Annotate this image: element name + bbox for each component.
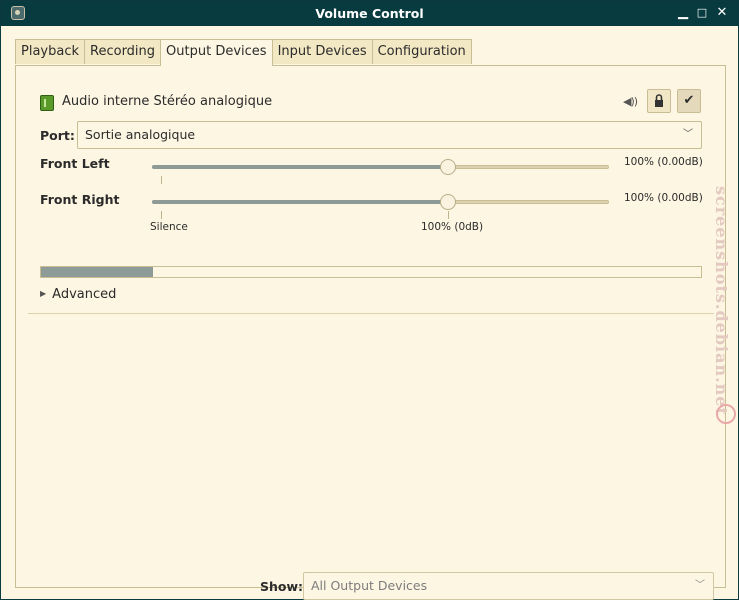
peak-level-fill	[41, 267, 154, 277]
slider-fill	[152, 200, 448, 204]
lock-icon	[655, 94, 663, 107]
silence-tick	[161, 176, 162, 184]
front-left-slider[interactable]	[152, 157, 609, 177]
unity-mark-label: 100% (0dB)	[421, 221, 484, 233]
show-label: Show:	[260, 579, 304, 594]
watermark-text: screenshots.debian.net	[712, 186, 731, 416]
advanced-expander[interactable]: ▶ Advanced	[40, 287, 116, 302]
tab-notebook: Playback Recording Output Devices Input …	[15, 39, 726, 600]
front-left-value: 100% (0.00dB)	[624, 156, 703, 168]
peak-level-meter	[40, 266, 702, 278]
maximize-button[interactable]: □	[693, 4, 711, 22]
device-separator	[28, 313, 714, 314]
sound-card-icon	[40, 95, 54, 111]
port-dropdown-value: Sortie analogique	[85, 127, 196, 142]
title-bar[interactable]: Volume Control ▁ □ ✕	[1, 1, 738, 26]
silence-mark-label: Silence	[150, 221, 188, 233]
window-title: Volume Control	[315, 6, 424, 21]
tab-bar: Playback Recording Output Devices Input …	[15, 39, 472, 66]
output-devices-page: Audio interne Stéréo analogique ◀)) ✔ Po…	[15, 65, 726, 600]
expander-arrow-icon: ▶	[40, 289, 47, 298]
tab-output-devices[interactable]: Output Devices	[160, 39, 273, 66]
chevron-down-icon: ﹀	[683, 129, 693, 140]
advanced-label: Advanced	[52, 287, 117, 302]
tab-configuration[interactable]: Configuration	[371, 39, 472, 64]
slider-handle[interactable]	[440, 159, 456, 175]
channel-label-front-right: Front Right	[40, 192, 120, 207]
show-filter-value: All Output Devices	[311, 578, 428, 593]
tab-input-devices[interactable]: Input Devices	[271, 39, 373, 64]
front-right-slider[interactable]	[152, 192, 609, 212]
debian-swirl-icon	[716, 404, 736, 424]
close-button[interactable]: ✕	[713, 4, 731, 22]
port-label: Port:	[40, 128, 75, 143]
tab-playback[interactable]: Playback	[15, 39, 86, 64]
speaker-volume-icon: ◀))	[623, 95, 638, 108]
unity-tick	[448, 211, 449, 219]
silence-tick	[161, 211, 162, 219]
volume-control-window: Volume Control ▁ □ ✕ Playback Recording …	[0, 0, 739, 600]
channel-label-front-left: Front Left	[40, 156, 110, 171]
lock-channels-button[interactable]	[647, 89, 671, 113]
minimize-button[interactable]: ▁	[674, 4, 692, 22]
chevron-down-icon: ﹀	[695, 580, 705, 591]
watermark: screenshots.debian.net	[708, 186, 739, 436]
show-filter-dropdown[interactable]: All Output Devices ﹀	[303, 572, 714, 600]
front-right-value: 100% (0.00dB)	[624, 192, 703, 204]
device-name: Audio interne Stéréo analogique	[62, 94, 273, 109]
tab-recording[interactable]: Recording	[84, 39, 162, 64]
slider-handle[interactable]	[440, 194, 456, 210]
set-default-button[interactable]: ✔	[677, 89, 701, 113]
port-dropdown[interactable]: Sortie analogique ﹀	[77, 121, 702, 149]
slider-fill	[152, 165, 448, 169]
